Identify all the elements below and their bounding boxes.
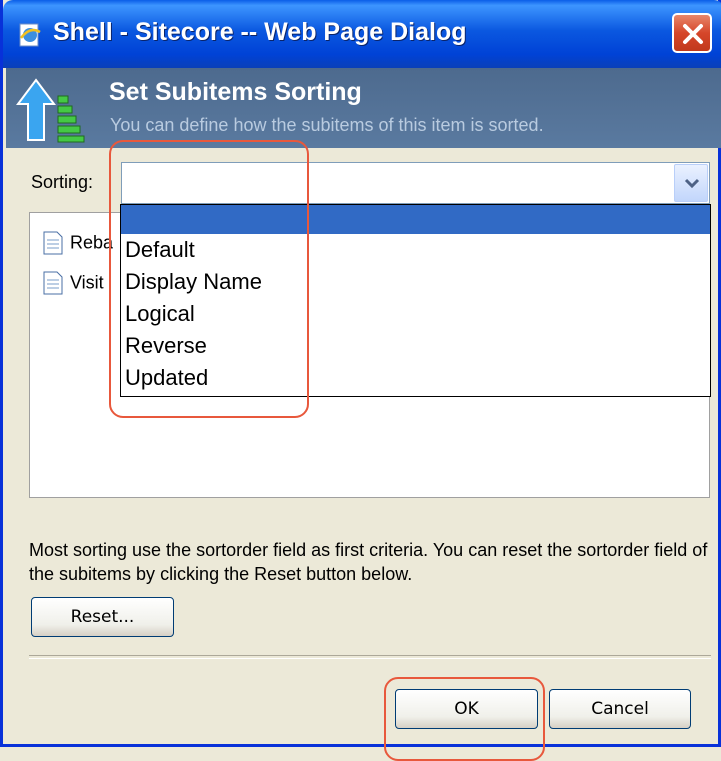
sorting-note: Most sorting use the sortorder field as … [29,540,708,584]
document-icon [43,271,63,295]
title-bar[interactable]: Shell - Sitecore -- Web Page Dialog [3,0,721,68]
dropdown-option-reverse[interactable]: Reverse [121,330,710,362]
list-item-label: Reba [70,232,114,253]
dropdown-option-updated[interactable]: Updated [121,362,710,394]
dialog-title: Set Subitems Sorting [109,78,362,106]
sorting-select[interactable] [121,162,710,204]
sorting-label: Sorting: [31,172,94,192]
sorting-dropdown-list[interactable]: Default Display Name Logical Reverse Upd… [120,204,711,397]
list-item-label: Visit [70,272,104,293]
document-icon [43,231,63,255]
cancel-button[interactable]: Cancel [549,689,691,729]
dropdown-option-logical[interactable]: Logical [121,298,710,330]
window-title: Shell - Sitecore -- Web Page Dialog [53,18,467,46]
dropdown-option-blank[interactable] [121,205,710,234]
chevron-down-icon [684,178,700,189]
list-item[interactable]: Visit [42,271,104,299]
ok-button[interactable]: OK [395,689,538,729]
separator [29,655,711,659]
ie-page-icon [19,23,41,47]
close-button[interactable] [672,13,712,53]
dialog-header: Set Subitems Sorting You can define how … [6,68,721,148]
close-icon [683,24,703,44]
dialog-window: Shell - Sitecore -- Web Page Dialog Set … [0,0,721,761]
list-item[interactable]: Reba [42,231,113,259]
dropdown-arrow-button[interactable] [674,164,708,202]
sort-ascending-icon [16,78,85,143]
dropdown-option-display-name[interactable]: Display Name [121,266,710,298]
dialog-subtitle: You can define how the subitems of this … [110,115,544,135]
reset-button[interactable]: Reset... [31,597,174,637]
dropdown-option-default[interactable]: Default [121,234,710,266]
